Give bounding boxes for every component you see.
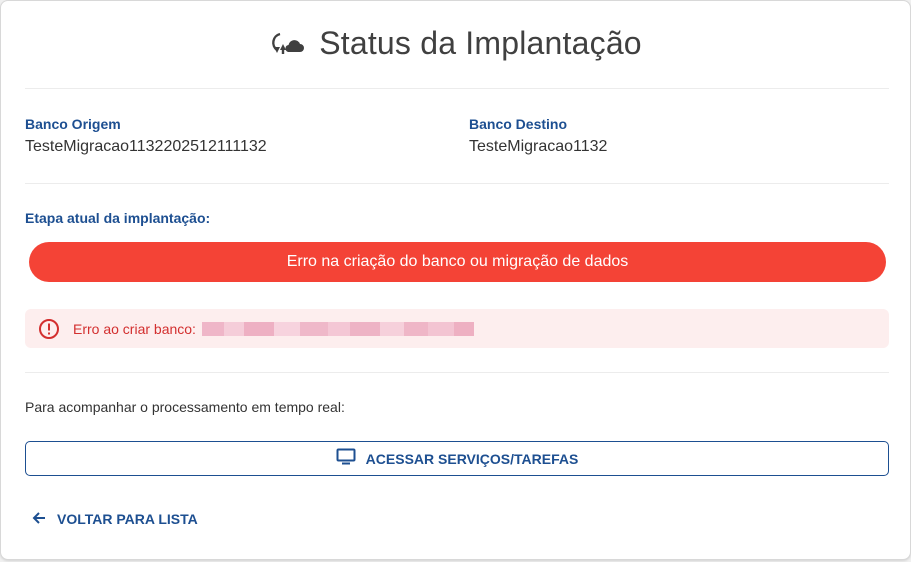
target-db-value: TesteMigracao1132 bbox=[469, 138, 608, 155]
stage-label: Etapa atual da implantação: bbox=[25, 210, 211, 226]
page-header: Status da Implantação bbox=[1, 21, 911, 65]
arrow-left-icon bbox=[31, 510, 47, 529]
deployment-status-card: Status da Implantação Banco Origem Teste… bbox=[0, 0, 911, 560]
monitor-icon bbox=[336, 448, 356, 469]
stage-status-text: Erro na criação do banco ou migração de … bbox=[286, 253, 629, 270]
back-to-list-label: VOLTAR PARA LISTA bbox=[57, 511, 198, 527]
divider bbox=[25, 88, 889, 89]
realtime-hint: Para acompanhar o processamento em tempo… bbox=[25, 399, 345, 415]
stage-status-bar: Erro na criação do banco ou migração de … bbox=[29, 242, 886, 282]
page-title: Status da Implantação bbox=[319, 24, 642, 61]
redacted-error-detail bbox=[201, 321, 474, 336]
source-db-value: TesteMigracao1132202512111132 bbox=[25, 138, 267, 155]
error-circle-icon bbox=[38, 318, 60, 340]
access-services-button[interactable]: ACESSAR SERVIÇOS/TAREFAS bbox=[25, 441, 889, 476]
error-alert: Erro ao criar banco: bbox=[25, 309, 889, 348]
source-db-label: Banco Origem bbox=[25, 116, 121, 132]
error-alert-text: Erro ao criar banco: bbox=[73, 320, 196, 337]
divider bbox=[25, 183, 889, 184]
divider bbox=[25, 372, 889, 373]
target-db-label: Banco Destino bbox=[469, 116, 568, 132]
access-services-label: ACESSAR SERVIÇOS/TAREFAS bbox=[365, 450, 579, 467]
back-to-list-link[interactable]: VOLTAR PARA LISTA bbox=[31, 509, 198, 529]
cloud-sync-icon bbox=[271, 28, 305, 58]
